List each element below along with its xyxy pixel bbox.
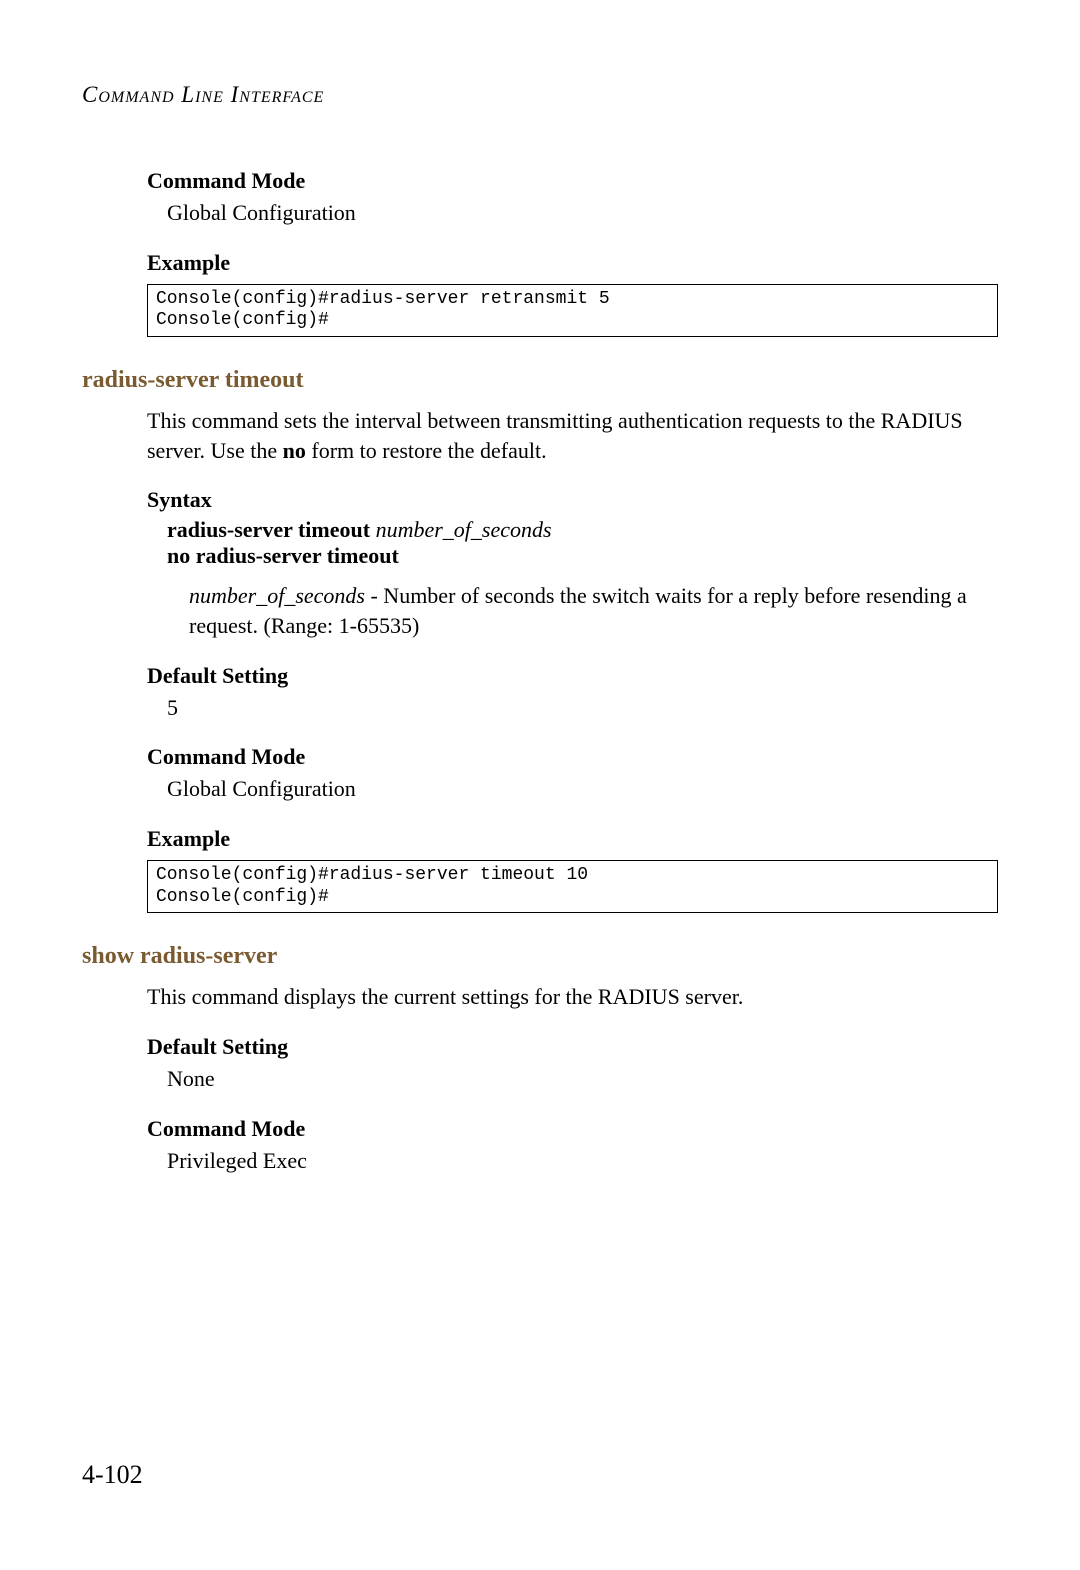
default-label3: Default Setting [147,1034,998,1060]
command-mode-label3: Command Mode [147,1116,998,1142]
example-code2: Console(config)#radius-server timeout 10… [147,860,998,913]
param-desc: number_of_seconds - Number of seconds th… [189,581,998,640]
example-code: Console(config)#radius-server retransmit… [147,284,998,337]
show-description: This command displays the current settin… [147,982,998,1012]
command-mode-value3: Privileged Exec [167,1146,998,1176]
cmd-heading-timeout: radius-server timeout [82,367,998,394]
example-label2: Example [147,826,998,852]
default-value: 5 [167,693,998,723]
desc-part2: form to restore the default. [306,438,547,463]
command-mode-value2: Global Configuration [167,774,998,804]
timeout-details: Syntax radius-server timeout number_of_s… [147,487,998,913]
example-label: Example [147,250,998,276]
show-details: Default Setting None Command Mode Privil… [147,1034,998,1175]
default-label: Default Setting [147,663,998,689]
section1: Command Mode Global Configuration Exampl… [147,168,998,337]
running-head: Command Line Interface [82,82,998,108]
param-ital: number_of_seconds [189,583,365,608]
syntax-line1: radius-server timeout number_of_seconds [167,517,998,543]
syntax-label: Syntax [147,487,998,513]
syntax-no-line: no radius-server timeout [167,543,998,569]
page-content: Command Line Interface Command Mode Glob… [0,0,1080,1235]
page-number: 4-102 [82,1460,143,1490]
command-mode-label2: Command Mode [147,744,998,770]
desc-bold-no: no [283,438,306,463]
command-mode-value: Global Configuration [167,198,998,228]
timeout-description: This command sets the interval between t… [147,406,998,465]
default-value3: None [167,1064,998,1094]
desc-part1: This command sets the interval between t… [147,408,963,463]
syntax-cmd-ital: number_of_seconds [376,517,552,542]
syntax-cmd-bold: radius-server timeout [167,517,370,542]
cmd-heading-show: show radius-server [82,943,998,970]
command-mode-label: Command Mode [147,168,998,194]
